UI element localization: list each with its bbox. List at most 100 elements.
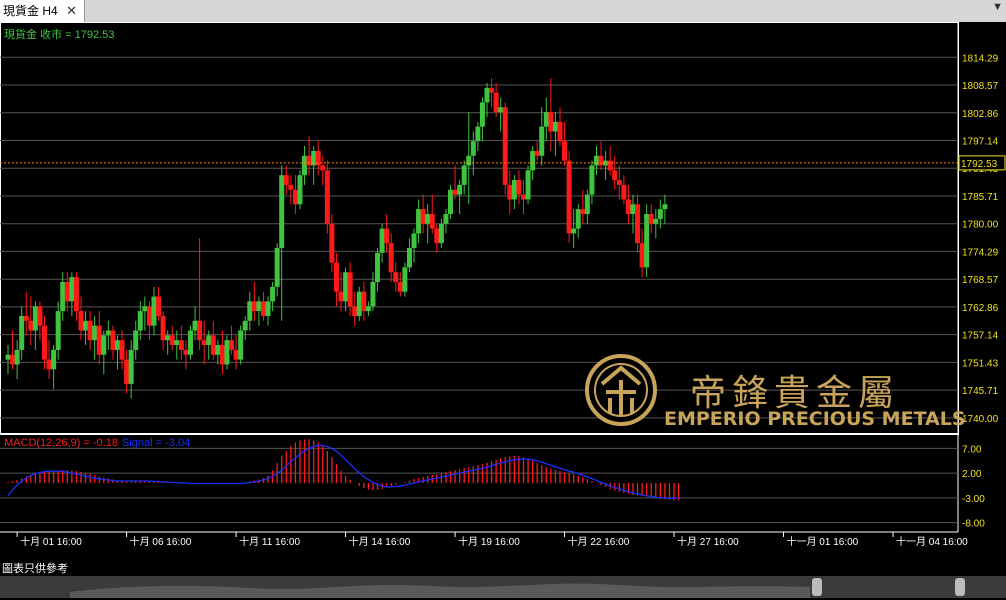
candle-body — [552, 121, 558, 132]
price-tick-label: 1745.71 — [962, 386, 999, 397]
candle-body — [402, 267, 408, 292]
candle-body — [484, 87, 490, 103]
chart-tab[interactable]: 現貨金 H4 ✕ — [0, 0, 85, 22]
candle-body — [420, 209, 426, 224]
candle-body — [78, 311, 84, 331]
macd-tick-label: 2.00 — [962, 469, 982, 480]
scrollbar-overview — [70, 583, 810, 598]
candle-body — [192, 320, 198, 331]
scroll-handle-left[interactable] — [812, 578, 822, 596]
candle-body — [639, 243, 645, 268]
candle-body — [662, 204, 668, 210]
candle-body — [19, 315, 25, 350]
overview-shape — [70, 583, 810, 598]
candle-body — [557, 121, 563, 142]
candle-body — [110, 330, 116, 350]
candle-body — [238, 330, 244, 360]
price-tick-label: 1814.29 — [962, 53, 999, 64]
timeline-scrollbar[interactable] — [0, 576, 1006, 598]
price-chart[interactable]: 1814.291808.571802.861797.141791.431785.… — [0, 22, 1006, 558]
candle-body — [119, 340, 125, 360]
candle-body — [416, 209, 422, 234]
price-tick-label: 1780.00 — [962, 220, 999, 231]
candle-body — [530, 150, 536, 171]
price-tick-label: 1762.86 — [962, 303, 999, 314]
candle-body — [324, 170, 330, 224]
candle-body — [370, 281, 376, 307]
candle-body — [64, 281, 70, 302]
candle-body — [206, 335, 212, 346]
candle-body — [616, 180, 622, 185]
time-tick-label: 十一月 01 16:00 — [787, 535, 859, 548]
candle-body — [356, 291, 362, 316]
candle-body — [137, 311, 143, 331]
candle-body — [598, 155, 604, 166]
scroll-handle-right[interactable] — [955, 578, 965, 596]
candle-body — [302, 155, 308, 176]
candle-body — [520, 194, 526, 200]
candle-body — [306, 155, 312, 166]
candle-body — [279, 175, 285, 248]
chart-background — [0, 22, 1006, 558]
candle-body — [32, 306, 38, 331]
candle-body — [584, 194, 590, 215]
candle-body — [625, 199, 631, 215]
candle-body — [37, 306, 43, 326]
candle-body — [128, 349, 134, 384]
candle-body — [575, 209, 581, 229]
macd-title: MACD(12,26,9) = -0.18 Signal = -3.04 — [4, 437, 190, 449]
disclaimer-text: 圖表只供參考 — [2, 563, 68, 575]
candle-body — [653, 218, 659, 224]
candle-body — [498, 107, 504, 113]
candle-body — [174, 340, 180, 346]
candle-body — [443, 214, 449, 224]
candle-body — [375, 252, 381, 282]
candle-body — [101, 335, 107, 355]
candle-body — [406, 247, 412, 268]
candle-body — [96, 325, 102, 355]
candle-body — [265, 301, 271, 316]
price-title: 現貨金 收市 = 1792.53 — [4, 27, 114, 41]
candle-body — [156, 296, 162, 316]
candle-body — [475, 126, 481, 142]
candle-body — [516, 180, 522, 195]
price-tick-label: 1808.57 — [962, 81, 999, 92]
candle-body — [329, 223, 335, 263]
candle-body — [589, 165, 595, 195]
candle-body — [160, 315, 166, 341]
candle-body — [393, 272, 399, 282]
candle-body — [320, 165, 326, 171]
macd-title-value: MACD(12,26,9) = -0.18 — [4, 437, 118, 449]
candle-body — [5, 354, 11, 360]
candle-body — [197, 320, 203, 341]
candle-body — [434, 228, 440, 244]
candle-body — [215, 345, 221, 355]
close-icon[interactable]: ✕ — [63, 0, 77, 22]
candle-body — [384, 228, 390, 244]
candle-body — [274, 247, 280, 287]
candle-body — [543, 112, 549, 127]
candle-body — [292, 189, 298, 205]
candle-body — [425, 214, 431, 224]
candle-body — [28, 320, 34, 331]
dropdown-arrow-icon[interactable]: ▼ — [992, 1, 1003, 13]
candle-body — [187, 330, 193, 355]
candle-body — [73, 277, 79, 312]
price-tick-label: 1751.43 — [962, 358, 999, 369]
time-tick-label: 十月 14 16:00 — [349, 535, 411, 548]
candle-body — [87, 320, 93, 341]
candle-body — [534, 150, 540, 156]
price-tick-label: 1797.14 — [962, 137, 999, 148]
candle-body — [493, 92, 499, 113]
candle-body — [41, 325, 47, 360]
price-tick-label: 1785.71 — [962, 192, 999, 203]
candle-body — [333, 262, 339, 292]
bottom-area: 圖表只供參考 — [0, 558, 1006, 600]
candle-body — [457, 184, 463, 195]
candle-body — [548, 112, 554, 132]
candle-body — [260, 301, 266, 316]
candle-body — [657, 209, 663, 219]
logo-english-name: EMPERIO PRECIOUS METALS — [664, 408, 966, 430]
candle-body — [251, 301, 257, 312]
macd-tick-label: -8.00 — [962, 519, 985, 530]
